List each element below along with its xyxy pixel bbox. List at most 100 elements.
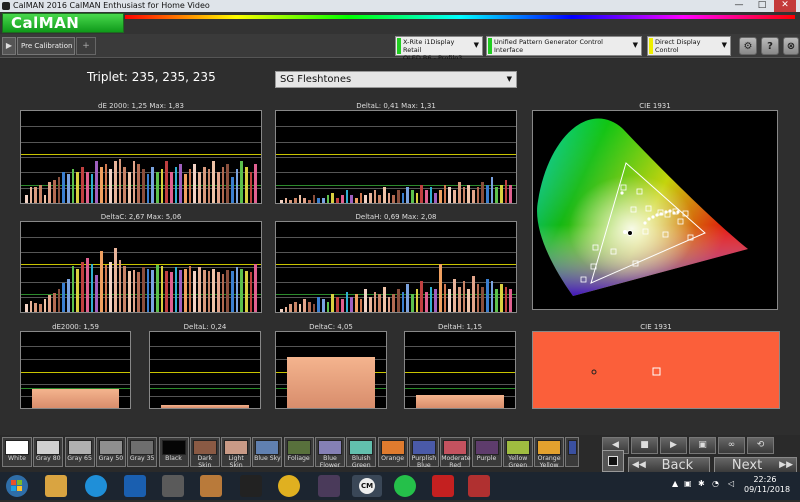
loop-button[interactable]: ∞ [718,437,745,454]
display-control-selector[interactable]: Direct Display Control ▼ [647,36,731,56]
chart-bar [123,166,126,203]
chart-bar [312,304,316,312]
swatch-blue-sky[interactable]: Blue Sky [252,437,283,467]
chart-bar [193,271,197,312]
back-button[interactable]: ◀◀ Back [628,457,710,473]
stop-measure-button[interactable] [602,450,624,472]
chart-bar [165,161,169,203]
chart-bar [280,200,283,203]
add-tab-button[interactable]: + [76,37,96,55]
swatch-bluish-green[interactable]: Bluish Green [346,437,377,468]
grid-line [21,237,261,238]
chart-bar [48,295,52,312]
swatch-orange-yellow[interactable]: Orange Yellow [534,437,565,468]
swatch-black[interactable]: Black [158,437,189,467]
chart-bar [448,289,452,312]
colorset-dropdown[interactable]: SG Fleshtones ▼ [275,71,517,88]
swatch-label: Gray 80 [35,455,61,462]
app-icon-1[interactable] [240,475,262,497]
calman-taskbar-button[interactable]: CM [352,475,382,497]
app-icon-3[interactable] [432,475,454,497]
teamviewer-icon[interactable] [124,475,146,497]
help-button[interactable]: ? [761,37,779,55]
chart-bar [331,294,335,312]
swatch-orange[interactable]: Orange [377,437,408,467]
swatch-gray-35[interactable]: Gray 35 [127,437,158,467]
close-workflow-button[interactable]: ⊗ [783,37,799,55]
file-explorer-icon[interactable] [45,475,67,497]
chrome-icon[interactable] [278,475,300,497]
chart-bar [76,171,80,203]
record-button[interactable]: ▣ [689,437,716,454]
meter-selector[interactable]: X-Rite i1Display Retail OLED B6 - Profil… [395,36,483,62]
wifi-icon[interactable]: ◔ [712,479,719,488]
control-panel-icon[interactable] [162,475,184,497]
chart-bar [67,174,70,203]
swatch-color [411,440,436,455]
chart-bar [142,267,145,312]
paint-icon[interactable] [200,475,222,497]
chart-bar [179,269,183,312]
chart-bar [429,286,433,312]
swatch-blue-flower[interactable]: Blue Flower [315,437,345,468]
app-icon-4[interactable] [468,475,490,497]
chart-bar [48,182,52,203]
swatch-color [537,440,562,455]
chart-bar [387,192,391,203]
swatch-dark-skin[interactable]: Dark Skin [189,437,220,468]
small-de2000-chart [20,331,131,409]
next-arrows-icon: ▶▶ [779,460,793,470]
chart-bar [90,263,94,312]
next-button[interactable]: Next ▶▶ [714,457,797,473]
network-icon[interactable]: ▣ [684,479,692,488]
chart-bar [113,161,117,203]
tab-pre-calibration[interactable]: Pre Calibration [17,37,75,55]
swatch-color [286,440,311,455]
settings-button[interactable]: ⚙ [739,37,757,55]
swatch-gray-50[interactable]: Gray 50 [95,437,126,467]
pattern-generator-selector[interactable]: Unified Pattern Generator Control Interf… [486,36,642,56]
swatch-gray-65[interactable]: Gray 65 [64,437,95,467]
minimize-button[interactable]: — [728,0,750,12]
app-icon [2,2,10,10]
swatch-yellow-green[interactable]: Yellow Green [502,437,533,468]
chart-bar [326,301,330,312]
chart-bar [254,163,257,203]
stop-button[interactable]: ■ [631,437,658,454]
swatch-moderate-red[interactable]: Moderate Red [440,437,471,468]
maximize-button[interactable]: □ [751,0,773,12]
tray-expand-icon[interactable]: ▲ [672,479,678,488]
chevron-down-icon: ▼ [473,41,479,49]
skype-icon[interactable] [85,475,107,497]
clock-date: 09/11/2018 [744,485,791,494]
swatch-foliage[interactable]: Foliage [283,437,314,467]
swatch-light-skin[interactable]: Light Skin [221,437,252,468]
close-window-button[interactable]: ✕ [774,0,796,12]
bluetooth-icon[interactable]: ✱ [698,479,705,488]
grid-line [276,187,516,189]
play-button[interactable]: ▶ [660,437,687,454]
chart-bar [368,192,372,203]
grid-line [276,297,516,298]
swatch-purple[interactable]: Purple [471,437,502,467]
threshold-line-yellow [150,371,260,373]
app-icon-2[interactable] [318,475,340,497]
system-clock[interactable]: 22:26 09/11/2018 [744,475,791,495]
swatch-white[interactable]: White [2,437,32,467]
grid-line [21,345,130,347]
refresh-button[interactable]: ⟲ [747,437,774,454]
chart-bar [90,174,94,203]
volume-icon[interactable]: ◁ [728,479,734,488]
chart-bar [118,259,122,312]
swatch-extra[interactable] [565,437,580,467]
start-button[interactable] [3,474,31,498]
whatsapp-icon[interactable] [394,475,416,497]
swatch-gray-80[interactable]: Gray 80 [33,437,64,467]
swatch-purplish-blue[interactable]: Purplish Blue [408,437,439,468]
chart-bar [504,179,508,203]
chart-bar [359,299,363,312]
chart-bar [170,272,173,312]
meter-name: X-Rite i1Display Retail [403,38,455,54]
grid-line [21,358,130,360]
workflow-nav-button[interactable]: ▶ [2,37,16,55]
